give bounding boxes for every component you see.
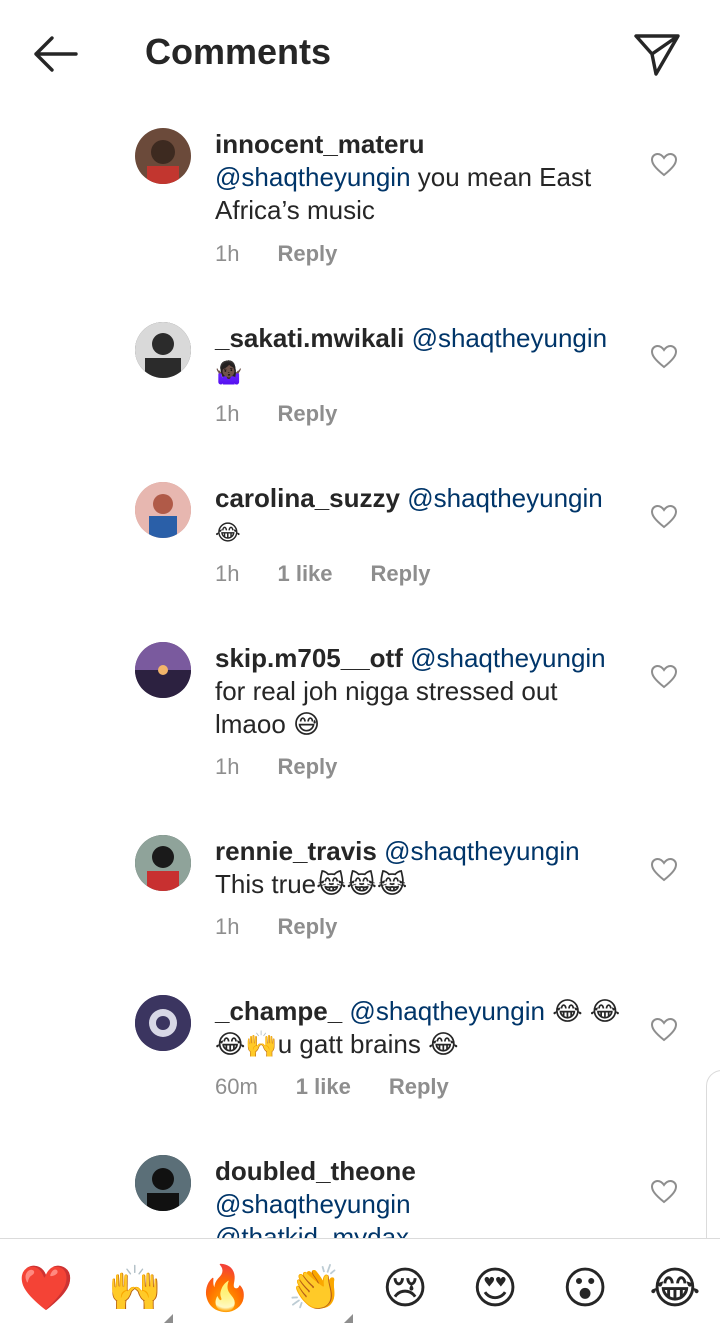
comment-username[interactable]: _champe_ — [215, 996, 342, 1026]
heart-eyes-icon[interactable]: 😍 — [465, 1259, 525, 1319]
red-heart-icon[interactable]: ❤️ — [16, 1259, 76, 1319]
variant-corner-icon — [164, 1314, 173, 1323]
comment-username[interactable]: skip.m705__otf — [215, 643, 403, 673]
heart-icon[interactable] — [650, 1017, 678, 1043]
heart-icon[interactable] — [650, 504, 678, 530]
avatar[interactable] — [135, 995, 191, 1051]
comment-body: doubled_theone @shaqtheyungin @thatkid_m… — [215, 1155, 630, 1238]
reply-button[interactable]: Reply — [371, 560, 431, 588]
comment-mention[interactable]: @shaqtheyungin — [349, 996, 545, 1026]
comment-mention[interactable]: @shaqtheyungin — [407, 483, 603, 513]
comment-text: for real joh nigga stressed out lmaoo 😅 — [215, 676, 558, 739]
raising-hands-glyph: 🙌 — [107, 1263, 163, 1314]
surprised-face-icon[interactable]: 😮 — [555, 1259, 615, 1319]
comments-list[interactable]: innocent_materu @shaqtheyungin you mean … — [0, 106, 720, 1238]
heart-icon[interactable] — [650, 344, 678, 370]
comment-meta: 60m 1 like Reply — [215, 1073, 449, 1101]
comment-body: _champe_ @shaqtheyungin 😂 😂😂🙌u gatt brai… — [215, 995, 630, 1061]
comment-time: 1h — [215, 914, 240, 939]
page-title: Comments — [145, 31, 332, 72]
comment-mention[interactable]: @shaqtheyungin — [215, 162, 411, 192]
avatar[interactable] — [135, 482, 191, 538]
comment-username[interactable]: innocent_materu — [215, 129, 425, 159]
comment-meta: 1h Reply — [215, 753, 337, 781]
comment-text[interactable]: @thatkid_mydax — [215, 1222, 409, 1238]
header-bar: Comments — [0, 0, 720, 106]
clapping-hands-glyph: 👏 — [287, 1263, 343, 1314]
paper-plane-icon — [634, 34, 680, 76]
reply-button[interactable]: Reply — [277, 400, 337, 428]
share-button[interactable] — [628, 26, 684, 82]
reply-button[interactable]: Reply — [277, 913, 337, 941]
heart-icon[interactable] — [650, 664, 678, 690]
comment-meta: 1h Reply — [215, 240, 337, 268]
comment-body: innocent_materu @shaqtheyungin you mean … — [215, 128, 630, 227]
comment-time: 1h — [215, 241, 240, 266]
heart-icon[interactable] — [650, 1179, 678, 1205]
comment-body: _sakati.mwikali @shaqtheyungin 🤷🏿‍♀️ — [215, 322, 630, 390]
fire-icon[interactable]: 🔥 — [195, 1259, 255, 1319]
comment-username[interactable]: rennie_travis — [215, 836, 377, 866]
back-button[interactable] — [28, 30, 84, 78]
crying-face-icon[interactable]: 😢 — [375, 1259, 435, 1319]
clapping-hands-icon[interactable]: 👏 — [285, 1259, 353, 1323]
comment-mention[interactable]: @shaqtheyungin — [384, 836, 580, 866]
comment-body: skip.m705__otf @shaqtheyungin for real j… — [215, 642, 630, 741]
comment-body: rennie_travis @shaqtheyungin This true😹😹… — [215, 835, 630, 901]
comment-time: 1h — [215, 754, 240, 779]
heart-icon[interactable] — [650, 857, 678, 883]
tears-of-joy-icon[interactable]: 😂 — [645, 1259, 705, 1319]
comment-text: This true😹😹😹 — [215, 869, 408, 899]
reply-button[interactable]: Reply — [277, 753, 337, 781]
comment-mention[interactable]: @shaqtheyungin — [412, 323, 608, 353]
quick-reactions-bar: ❤️ 🙌 🔥 👏 😢 😍 😮 😂 — [0, 1238, 720, 1342]
likes-count[interactable]: 1 like — [296, 1073, 351, 1101]
comment-text: 😂 — [215, 521, 241, 546]
comment-time: 1h — [215, 561, 240, 586]
comment-meta: 1h 1 like Reply — [215, 560, 430, 588]
avatar[interactable] — [135, 835, 191, 891]
raising-hands-icon[interactable]: 🙌 — [105, 1259, 173, 1323]
reply-button[interactable]: Reply — [389, 1073, 449, 1101]
reply-button[interactable]: Reply — [277, 240, 337, 268]
comment-mention[interactable]: @shaqtheyungin — [215, 1189, 411, 1219]
comment-username[interactable]: _sakati.mwikali — [215, 323, 404, 353]
comment-username[interactable]: carolina_suzzy — [215, 483, 400, 513]
avatar[interactable] — [135, 1155, 191, 1211]
comment-time: 1h — [215, 401, 240, 426]
avatar[interactable] — [135, 128, 191, 184]
comment-time: 60m — [215, 1074, 258, 1099]
variant-corner-icon — [344, 1314, 353, 1323]
likes-count[interactable]: 1 like — [277, 560, 332, 588]
avatar[interactable] — [135, 322, 191, 378]
heart-icon[interactable] — [650, 152, 678, 178]
arrow-left-icon — [34, 36, 78, 72]
comment-body: carolina_suzzy @shaqtheyungin 😂 — [215, 482, 630, 550]
comment-text: 🤷🏿‍♀️ — [215, 361, 243, 386]
comment-username[interactable]: doubled_theone — [215, 1156, 416, 1186]
comment-meta: 1h Reply — [215, 400, 337, 428]
avatar[interactable] — [135, 642, 191, 698]
comment-mention[interactable]: @shaqtheyungin — [410, 643, 606, 673]
comment-meta: 1h Reply — [215, 913, 337, 941]
